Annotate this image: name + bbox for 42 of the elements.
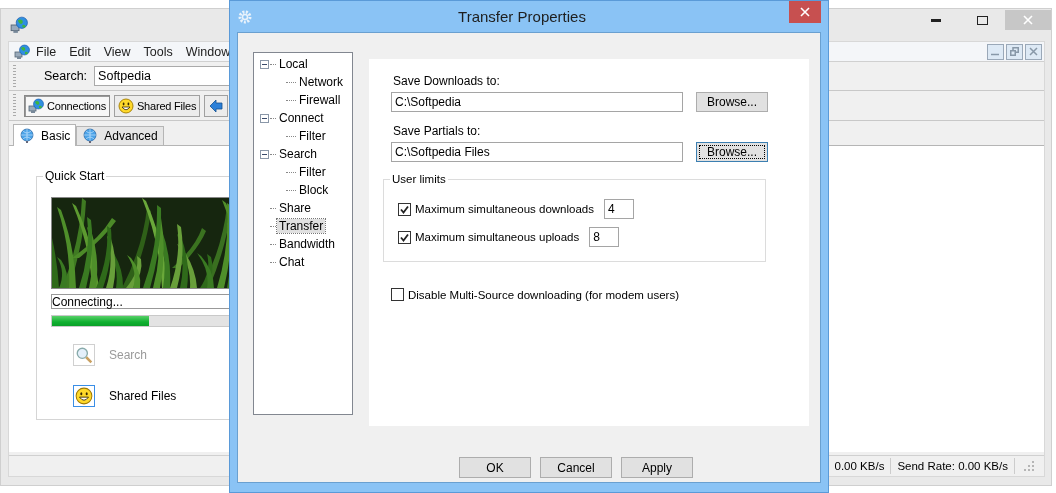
toolbar-button[interactable]: Shared Files — [113, 94, 201, 117]
path-field[interactable]: C:\Softpedia — [391, 92, 683, 112]
browse-button[interactable]: Browse... — [696, 142, 768, 162]
search-label: Search: — [44, 69, 88, 83]
number-field[interactable]: 4 — [603, 199, 634, 219]
tree-item[interactable]: Share — [277, 201, 314, 215]
tree-item[interactable]: Filter — [297, 129, 328, 143]
menu-item[interactable]: File — [30, 44, 64, 59]
checkbox-label: Maximum simultaneous uploads — [415, 231, 580, 243]
checkbox-label: Maximum simultaneous downloads — [415, 203, 594, 215]
tree-item[interactable]: Transfer — [277, 219, 326, 233]
tree-item[interactable]: Firewall — [297, 93, 343, 107]
dialog-button[interactable]: Cancel — [540, 457, 612, 478]
tree-item[interactable]: Network — [297, 75, 345, 89]
tree-item[interactable]: Block — [297, 183, 331, 197]
dialog-title: Transfer Properties — [457, 8, 587, 25]
shared-files-link[interactable]: Shared Files — [73, 385, 177, 407]
menu-item[interactable]: View — [97, 44, 138, 59]
tree-item[interactable]: Bandwidth — [277, 237, 338, 251]
status-text: Send Rate: 0.00 KB/s — [890, 458, 1014, 474]
tree-item[interactable]: Local — [277, 57, 310, 71]
menu-item[interactable]: Edit — [63, 44, 98, 59]
tab[interactable]: Advanced — [76, 126, 164, 145]
field-label: Save Partials to: — [393, 124, 482, 138]
dialog-button[interactable]: Apply — [621, 457, 693, 478]
toolbar-button[interactable]: Connections — [24, 94, 110, 117]
browse-button[interactable]: Browse... — [696, 92, 768, 112]
tree-item[interactable]: Filter — [297, 165, 328, 179]
tree-item[interactable]: Connect — [277, 111, 326, 125]
tree-item[interactable]: Search — [277, 147, 320, 161]
checkbox[interactable]: Maximum simultaneous downloads — [398, 202, 594, 216]
tree-item[interactable]: Chat — [277, 255, 307, 269]
status-text: 0.00 KB/s — [833, 459, 886, 474]
group-title: User limits — [390, 173, 448, 185]
path-field[interactable]: C:\Softpedia Files — [391, 142, 683, 162]
menu-item[interactable]: Tools — [137, 44, 180, 59]
number-field[interactable]: 8 — [589, 227, 620, 247]
group-title: Quick Start — [43, 169, 107, 183]
field-label: Save Downloads to: — [393, 74, 501, 88]
dialog-button[interactable]: OK — [459, 457, 531, 478]
checkbox[interactable]: Maximum simultaneous uploads — [398, 230, 580, 244]
tab[interactable]: Basic — [13, 124, 77, 146]
